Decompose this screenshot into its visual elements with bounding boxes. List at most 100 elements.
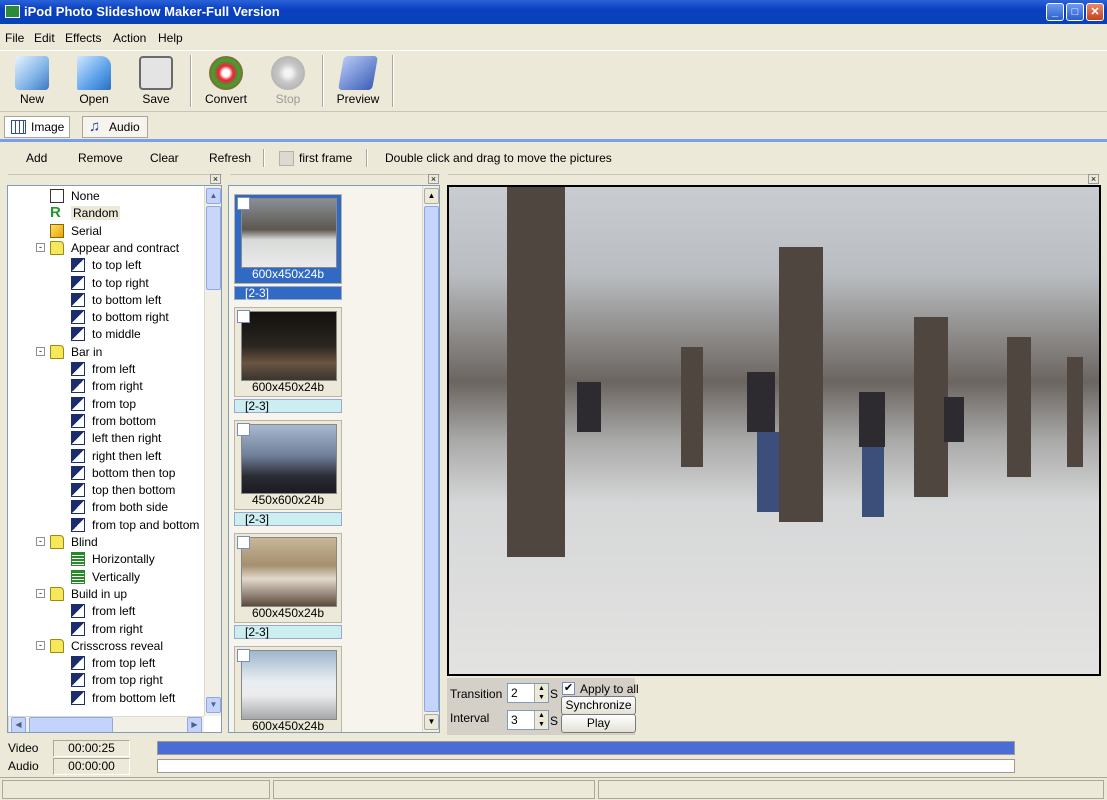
scroll-down-arrow-icon[interactable]: ▼ [206,697,221,713]
menu-file[interactable]: File [5,31,24,45]
effects-tree-item[interactable]: from both side [8,499,203,516]
effects-tree-item[interactable]: bottom then top [8,465,203,482]
transition-unit: S [550,687,559,701]
effects-tree-item[interactable]: - Build in up [8,586,203,603]
scroll-thumb[interactable] [206,206,221,290]
synchronize-button[interactable]: Synchronize [561,696,636,715]
thumbnail-duration-range[interactable]: [2-3] [234,512,342,526]
minimize-button[interactable]: _ [1046,3,1064,21]
tree-expander-icon[interactable]: - [36,537,45,546]
effects-tree-item[interactable]: left then right [8,430,203,447]
effects-tree-item[interactable]: from top left [8,655,203,672]
thumbnail-duration-range[interactable]: [2-3] [234,625,342,639]
scroll-thumb[interactable] [424,206,439,712]
thumbnail-card[interactable]: 600x450x24b [234,533,342,623]
effects-tree-item[interactable]: Horizontally [8,551,203,568]
thumbnail-checkbox[interactable] [237,649,250,662]
thumbnail-pane-close-icon[interactable]: × [428,174,439,184]
tree-expander-icon[interactable]: - [36,346,45,356]
effects-pane-close-icon[interactable]: × [210,174,221,184]
effects-tree-item[interactable]: from left [8,361,203,378]
spinner-arrows-icon[interactable]: ▲ ▼ [534,684,548,702]
scroll-left-arrow-icon[interactable]: ◀ [11,717,26,732]
thumbnail-checkbox[interactable] [237,310,250,323]
effect-icon [71,656,85,671]
thumbnail-checkbox[interactable] [237,536,250,549]
effects-tree-item[interactable]: from top [8,396,203,413]
interval-spinner[interactable]: 3 ▲ ▼ [507,710,549,730]
effects-tree-label: to top right [92,275,149,290]
scroll-up-arrow-icon[interactable]: ▲ [424,188,439,204]
effects-tree-item[interactable]: Serial [8,223,203,240]
first-frame-checkbox[interactable] [279,151,294,166]
thumbnail-card[interactable]: 600x450x24b [234,646,342,732]
thumbnail-card[interactable]: 450x600x24b [234,420,342,510]
effects-tree-item[interactable]: - Crisscross reveal [8,638,203,655]
effects-tree-item[interactable]: R Random [8,205,203,222]
effects-tree-item[interactable]: from right [8,378,203,395]
convert-button[interactable]: Convert [197,53,255,111]
effects-tree-item[interactable]: to top right [8,275,203,292]
effects-tree-item[interactable]: to top left [8,257,203,274]
effects-tree-item[interactable]: from top right [8,672,203,689]
stop-button[interactable]: Stop [259,53,317,111]
open-button[interactable]: Open [65,53,123,111]
effects-tree-item[interactable]: to bottom left [8,292,203,309]
video-progress-track[interactable] [157,741,1015,755]
tree-expander-icon[interactable]: - [36,242,45,252]
effects-tree-item[interactable]: - Appear and contract [8,240,203,257]
thumbnail-card[interactable]: 600x450x24b [234,307,342,397]
play-button[interactable]: Play [561,714,636,733]
effects-tree-item[interactable]: from bottom left [8,690,203,707]
menu-edit[interactable]: Edit [34,31,55,45]
scroll-down-arrow-icon[interactable]: ▼ [424,714,439,730]
effects-tree-item[interactable]: from right [8,621,203,638]
effects-tree-item[interactable]: right then left [8,448,203,465]
scroll-right-arrow-icon[interactable]: ▶ [187,717,202,732]
close-button[interactable]: ✕ [1086,3,1104,21]
save-button[interactable]: Save [127,53,185,111]
thumbnail-checkbox[interactable] [237,197,250,210]
tab-image[interactable]: Image [4,116,70,138]
effects-tree-item[interactable]: from left [8,603,203,620]
refresh-button[interactable]: Refresh [209,151,251,165]
effects-tree-item[interactable]: to middle [8,326,203,343]
transition-spinner[interactable]: 2 ▲ ▼ [507,683,549,703]
scroll-up-arrow-icon[interactable]: ▲ [206,188,221,204]
menu-help[interactable]: Help [158,31,183,45]
title-bar[interactable]: iPod Photo Slideshow Maker-Full Version … [0,0,1107,24]
video-progress-fill [158,742,1014,754]
thumbnail-checkbox[interactable] [237,423,250,436]
menu-action[interactable]: Action [113,31,146,45]
maximize-button[interactable]: □ [1066,3,1084,21]
effects-vertical-scrollbar[interactable]: ▲ ▼ [204,186,221,716]
effects-tree-item[interactable]: from top and bottom [8,517,203,534]
effects-tree-item[interactable]: from bottom [8,413,203,430]
menu-effects[interactable]: Effects [65,31,101,45]
effects-tree-item[interactable]: to bottom right [8,309,203,326]
tree-expander-icon[interactable]: - [36,640,45,650]
effects-tree-label: from left [92,362,136,376]
audio-progress-track[interactable] [157,759,1015,773]
tab-audio[interactable]: ♫ Audio [82,116,148,138]
effects-tree-item[interactable]: - Blind [8,534,203,551]
add-button[interactable]: Add [26,151,47,165]
new-button[interactable]: New [3,53,61,111]
remove-button[interactable]: Remove [78,151,123,165]
effects-tree-item[interactable]: Vertically [8,569,203,586]
clear-button[interactable]: Clear [150,151,179,165]
hscroll-thumb[interactable] [29,717,113,732]
apply-all-checkbox[interactable]: ✔ [562,682,575,695]
preview-button[interactable]: Preview [329,53,387,111]
preview-pane-close-icon[interactable]: × [1088,174,1099,184]
tree-expander-icon[interactable]: - [36,588,45,598]
effects-tree-item[interactable]: - Bar in [8,344,203,361]
effects-horizontal-scrollbar[interactable]: ◀ ▶ [8,716,204,732]
spinner-arrows-icon[interactable]: ▲ ▼ [534,711,548,729]
thumbnail-duration-range[interactable]: [2-3] [234,286,342,300]
thumbnail-scrollbar[interactable]: ▲ ▼ [422,186,439,732]
thumbnail-card[interactable]: 600x450x24b [234,194,342,284]
effects-tree-item[interactable]: None [8,188,203,205]
thumbnail-duration-range[interactable]: [2-3] [234,399,342,413]
effects-tree-item[interactable]: top then bottom [8,482,203,499]
